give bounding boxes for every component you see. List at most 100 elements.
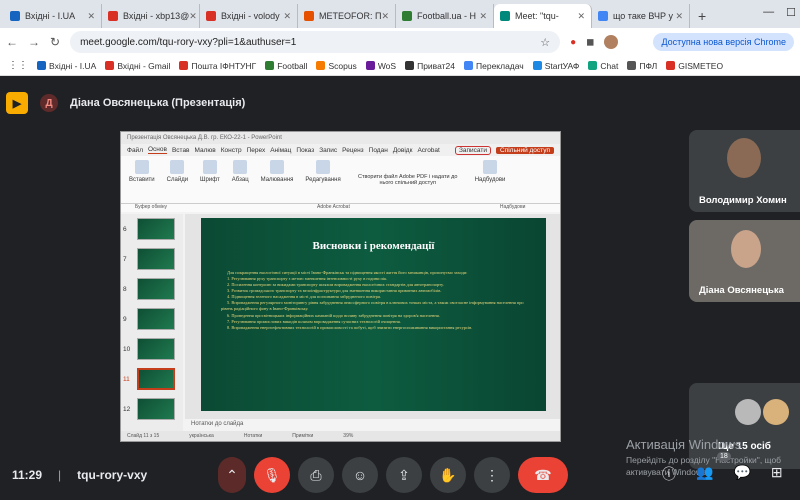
forward-icon[interactable]: → [28,35,40,49]
ppt-menu-tab[interactable]: Констр [221,147,242,154]
address-bar[interactable]: meet.google.com/tqu-rory-vxy?pli=1&authu… [70,31,561,53]
browser-tab[interactable]: що таке ВЧР у ✕ [592,4,690,28]
ppt-status-item[interactable]: Нотатки [244,433,262,439]
adobe-pdf-button[interactable]: Створити файл Adobe PDF і надати до ньог… [353,174,463,199]
ppt-menu-tab[interactable]: Перех [247,147,266,154]
apps-icon[interactable]: ⋮⋮ [8,60,28,71]
participant-video [727,138,761,178]
slide-thumbnail[interactable]: 9 [123,308,175,330]
present-button[interactable]: ⇪ [386,457,422,493]
ppt-status-item[interactable]: 39% [343,433,353,439]
new-tab-button[interactable]: + [690,4,714,28]
share-button[interactable]: Спільний доступ [496,146,554,154]
browser-tab[interactable]: Football.ua - Н ✕ [396,4,494,28]
ppt-status-item[interactable]: Примітки [292,433,313,439]
ppt-menu-tab[interactable]: Довідк [393,147,413,154]
participant-name: Володимир Хомин [699,195,787,206]
ribbon-icon [270,160,285,174]
ppt-window-title: Презентація Овсянецька Д.В. гр. ЕКО-22-1… [127,135,282,141]
close-icon[interactable]: ✕ [189,11,197,22]
back-icon[interactable]: ← [6,35,18,49]
bookmark-item[interactable]: Вхідні - I.UA [37,61,96,71]
shared-screen: Презентація Овсянецька Д.В. гр. ЕКО-22-1… [120,131,561,442]
ribbon-button[interactable]: Редагування [305,160,341,199]
extension-icon[interactable]: ◼ [586,37,594,48]
bookmark-item[interactable]: Пошта ІФНТУНГ [179,61,256,71]
meet-stage: ▶ Д Діана Овсянецька (Презентація) Презе… [0,76,800,500]
leave-call-button[interactable]: ☎ [518,457,568,493]
ppt-menu-tab[interactable]: Встав [172,147,190,154]
bookmark-item[interactable]: Перекладач [464,61,524,71]
ppt-menu-tab[interactable]: Запис [319,147,337,154]
profile-avatar[interactable] [604,35,619,49]
captions-button[interactable]: ⎙ [298,457,334,493]
notes-pane[interactable]: Нотатки до слайда [185,421,560,431]
tab-favicon-icon [402,11,412,21]
bookmark-item[interactable]: Scopus [316,61,357,71]
bookmark-item[interactable]: GISMETEO [666,61,723,71]
ppt-menu-tab[interactable]: Анімац [270,147,291,154]
participant-tile[interactable]: Діана Овсянецька [689,220,800,302]
slide-thumbnail[interactable]: 12 [123,398,175,420]
browser-tab[interactable]: Вхідні - xbp13@ ✕ [102,4,200,28]
bookmark-star-icon[interactable]: ☆ [540,36,550,49]
update-button[interactable]: Доступна нова версія Chrome [653,33,794,51]
browser-tab[interactable]: Meet: "tqu- ✕ [494,4,592,28]
slide-thumbnail[interactable]: 6 [123,218,175,240]
ribbon-button[interactable]: Шрифт [200,160,220,199]
bookmark-item[interactable]: Приват24 [405,61,455,71]
ppt-menu-tab[interactable]: Реценз [342,147,364,154]
ppt-menu-tab[interactable]: Малюв [195,147,216,154]
bookmark-item[interactable]: Football [265,61,307,71]
reactions-button[interactable]: ☺ [342,457,378,493]
more-options-button[interactable]: ⋮ [474,457,510,493]
addins-button[interactable]: Надбудови [475,160,505,199]
ppt-menu-tab[interactable]: Подан [369,147,388,154]
slide-thumbnail[interactable]: 8 [123,278,175,300]
slide-thumbnail[interactable]: 7 [123,248,175,270]
close-icon[interactable]: ✕ [675,11,683,22]
slide-title: Висновки і рекомендації [312,240,435,252]
maximize-icon[interactable]: ☐ [786,6,796,19]
close-icon[interactable]: ✕ [87,11,95,22]
browser-tab[interactable]: Вхідні - I.UA ✕ [4,4,102,28]
bookmark-item[interactable]: Вхідні - Gmail [105,61,170,71]
activities-icon[interactable]: ⊞ [771,464,783,484]
ppt-menu-tab[interactable]: Основ [147,146,167,154]
mic-options-button[interactable]: ⌃ [218,457,246,493]
ribbon-button[interactable]: Вставити [129,160,155,199]
bookmark-item[interactable]: Chat [588,61,618,71]
tab-favicon-icon [598,11,608,21]
ppt-menu-tab[interactable]: Файл [127,147,143,154]
close-icon[interactable]: ✕ [381,11,389,22]
bookmark-item[interactable]: StartУАФ [532,61,579,71]
browser-tab[interactable]: METEOFOR: П ✕ [298,4,396,28]
bookmark-item[interactable]: WoS [365,61,396,71]
slide-thumbnail[interactable]: 11 [123,368,175,390]
extension-icon[interactable]: ● [570,37,576,48]
mic-toggle-button[interactable]: 🎙 [254,457,290,493]
raise-hand-button[interactable]: ✋ [430,457,466,493]
record-button[interactable]: Записати [454,145,492,155]
toolbar: ← → ↻ meet.google.com/tqu-rory-vxy?pli=1… [0,28,800,56]
bookmark-item[interactable]: ПФЛ [627,61,657,71]
close-icon[interactable]: ✕ [577,11,585,22]
slide-thumbnail[interactable]: 10 [123,338,175,360]
slide-bullet: 8. Впровадження енергоефективних техноло… [227,324,473,330]
participant-tile[interactable]: Володимир Хомин [689,130,800,212]
ppt-menu-tab[interactable]: Показ [296,147,314,154]
close-icon[interactable]: ✕ [479,11,487,22]
ribbon-button[interactable]: Абзац [232,160,249,199]
reload-icon[interactable]: ↻ [50,35,60,49]
minimize-icon[interactable]: — [763,6,774,19]
chat-icon[interactable]: 💬 [733,464,750,484]
window-controls: — ☐ [763,6,796,19]
browser-tab[interactable]: Вхідні - volody ✕ [200,4,298,28]
ribbon-button[interactable]: Малювання [261,160,293,199]
addins-icon [483,160,498,174]
info-icon[interactable]: ⓘ [662,464,676,484]
people-icon[interactable]: 👥 [696,464,713,484]
close-icon[interactable]: ✕ [283,11,291,22]
ppt-menu-tab[interactable]: Acrobat [417,147,439,154]
ribbon-button[interactable]: Слайди [167,160,188,199]
